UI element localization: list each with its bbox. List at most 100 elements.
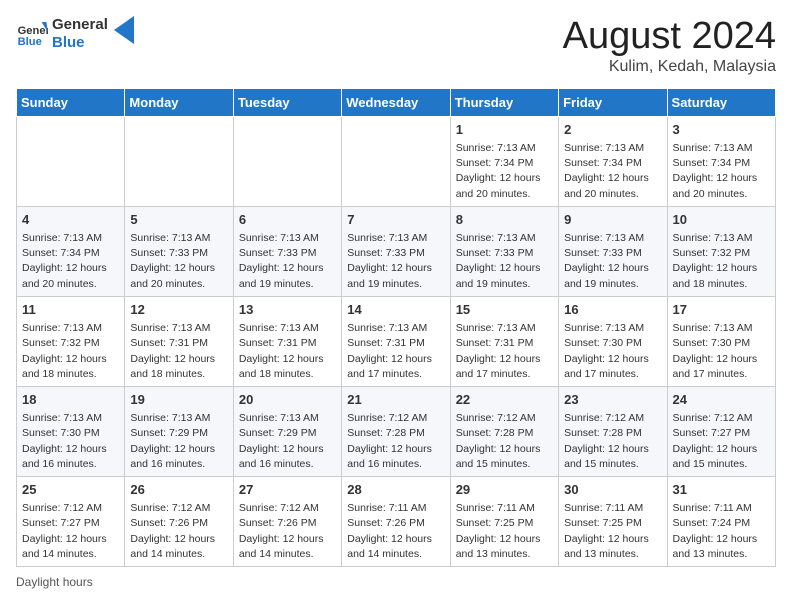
calendar-cell: 27 Sunrise: 7:12 AM Sunset: 7:26 PM Dayli… [233,477,341,567]
calendar-cell: 2 Sunrise: 7:13 AM Sunset: 7:34 PM Daylig… [559,116,667,206]
day-info: Sunrise: 7:12 AM Sunset: 7:28 PM Dayligh… [347,411,444,472]
day-info: Sunrise: 7:11 AM Sunset: 7:25 PM Dayligh… [564,501,661,562]
svg-text:General: General [18,25,48,37]
logo-general: General [52,16,108,34]
day-info: Sunrise: 7:13 AM Sunset: 7:30 PM Dayligh… [564,321,661,382]
subtitle: Kulim, Kedah, Malaysia [563,58,776,76]
day-number: 18 [22,391,119,409]
day-info: Sunrise: 7:13 AM Sunset: 7:33 PM Dayligh… [130,231,227,292]
day-number: 21 [347,391,444,409]
day-number: 17 [673,301,770,319]
day-number: 24 [673,391,770,409]
day-number: 25 [22,481,119,499]
day-number: 31 [673,481,770,499]
calendar-cell: 19Sunrise: 7:13 AM Sunset: 7:29 PM Dayli… [125,386,233,476]
day-number: 2 [564,121,661,139]
day-info: Sunrise: 7:13 AM Sunset: 7:33 PM Dayligh… [347,231,444,292]
day-info: Sunrise: 7:13 AM Sunset: 7:33 PM Dayligh… [456,231,553,292]
calendar-cell: 8 Sunrise: 7:13 AM Sunset: 7:33 PM Daylig… [450,206,558,296]
calendar-cell [125,116,233,206]
day-number: 20 [239,391,336,409]
logo: General Blue General Blue [16,16,134,52]
col-header-thursday: Thursday [450,88,558,116]
calendar-cell: 14Sunrise: 7:13 AM Sunset: 7:31 PM Dayli… [342,296,450,386]
daylight-label: Daylight hours [16,575,93,589]
calendar-cell: 21 Sunrise: 7:12 AM Sunset: 7:28 PM Dayli… [342,386,450,476]
day-info: Sunrise: 7:13 AM Sunset: 7:29 PM Dayligh… [239,411,336,472]
day-info: Sunrise: 7:12 AM Sunset: 7:28 PM Dayligh… [564,411,661,472]
main-title: August 2024 [563,16,776,58]
day-info: Sunrise: 7:11 AM Sunset: 7:26 PM Dayligh… [347,501,444,562]
day-number: 29 [456,481,553,499]
day-number: 23 [564,391,661,409]
week-row-1: 1 Sunrise: 7:13 AM Sunset: 7:34 PM Daylig… [17,116,776,206]
col-header-tuesday: Tuesday [233,88,341,116]
header-row: SundayMondayTuesdayWednesdayThursdayFrid… [17,88,776,116]
day-info: Sunrise: 7:13 AM Sunset: 7:31 PM Dayligh… [347,321,444,382]
day-number: 15 [456,301,553,319]
calendar-cell: 28Sunrise: 7:11 AM Sunset: 7:26 PM Dayli… [342,477,450,567]
day-number: 5 [130,211,227,229]
calendar-cell: 31 Sunrise: 7:11 AM Sunset: 7:24 PM Dayli… [667,477,775,567]
calendar-table: SundayMondayTuesdayWednesdayThursdayFrid… [16,88,776,567]
calendar-cell: 7 Sunrise: 7:13 AM Sunset: 7:33 PM Daylig… [342,206,450,296]
calendar-cell: 25 Sunrise: 7:12 AM Sunset: 7:27 PM Dayli… [17,477,125,567]
calendar-cell [342,116,450,206]
day-info: Sunrise: 7:12 AM Sunset: 7:26 PM Dayligh… [130,501,227,562]
calendar-cell: 23 Sunrise: 7:12 AM Sunset: 7:28 PM Dayli… [559,386,667,476]
day-info: Sunrise: 7:13 AM Sunset: 7:31 PM Dayligh… [239,321,336,382]
calendar-cell: 29Sunrise: 7:11 AM Sunset: 7:25 PM Dayli… [450,477,558,567]
calendar-cell: 13 Sunrise: 7:13 AM Sunset: 7:31 PM Dayli… [233,296,341,386]
day-info: Sunrise: 7:13 AM Sunset: 7:31 PM Dayligh… [456,321,553,382]
day-number: 8 [456,211,553,229]
footer-note: Daylight hours [16,575,776,589]
col-header-monday: Monday [125,88,233,116]
day-info: Sunrise: 7:13 AM Sunset: 7:34 PM Dayligh… [22,231,119,292]
day-number: 9 [564,211,661,229]
day-number: 1 [456,121,553,139]
day-info: Sunrise: 7:13 AM Sunset: 7:31 PM Dayligh… [130,321,227,382]
day-info: Sunrise: 7:13 AM Sunset: 7:34 PM Dayligh… [673,141,770,202]
calendar-cell: 26 Sunrise: 7:12 AM Sunset: 7:26 PM Dayli… [125,477,233,567]
calendar-cell: 9 Sunrise: 7:13 AM Sunset: 7:33 PM Daylig… [559,206,667,296]
calendar-cell: 3Sunrise: 7:13 AM Sunset: 7:34 PM Daylig… [667,116,775,206]
day-number: 27 [239,481,336,499]
day-info: Sunrise: 7:12 AM Sunset: 7:26 PM Dayligh… [239,501,336,562]
svg-text:Blue: Blue [18,36,42,48]
title-area: August 2024 Kulim, Kedah, Malaysia [563,16,776,76]
week-row-4: 18Sunrise: 7:13 AM Sunset: 7:30 PM Dayli… [17,386,776,476]
day-info: Sunrise: 7:11 AM Sunset: 7:24 PM Dayligh… [673,501,770,562]
logo-blue: Blue [52,34,108,52]
day-number: 16 [564,301,661,319]
day-info: Sunrise: 7:13 AM Sunset: 7:33 PM Dayligh… [239,231,336,292]
day-number: 10 [673,211,770,229]
calendar-cell: 20 Sunrise: 7:13 AM Sunset: 7:29 PM Dayli… [233,386,341,476]
day-number: 19 [130,391,227,409]
day-info: Sunrise: 7:12 AM Sunset: 7:27 PM Dayligh… [22,501,119,562]
day-info: Sunrise: 7:13 AM Sunset: 7:30 PM Dayligh… [673,321,770,382]
day-number: 4 [22,211,119,229]
day-number: 11 [22,301,119,319]
col-header-friday: Friday [559,88,667,116]
calendar-cell: 18Sunrise: 7:13 AM Sunset: 7:30 PM Dayli… [17,386,125,476]
calendar-cell: 16 Sunrise: 7:13 AM Sunset: 7:30 PM Dayli… [559,296,667,386]
col-header-wednesday: Wednesday [342,88,450,116]
calendar-cell [17,116,125,206]
day-info: Sunrise: 7:12 AM Sunset: 7:27 PM Dayligh… [673,411,770,472]
day-number: 7 [347,211,444,229]
calendar-cell: 1 Sunrise: 7:13 AM Sunset: 7:34 PM Daylig… [450,116,558,206]
calendar-cell: 5 Sunrise: 7:13 AM Sunset: 7:33 PM Daylig… [125,206,233,296]
day-number: 26 [130,481,227,499]
calendar-cell: 6Sunrise: 7:13 AM Sunset: 7:33 PM Daylig… [233,206,341,296]
day-info: Sunrise: 7:13 AM Sunset: 7:34 PM Dayligh… [456,141,553,202]
day-number: 12 [130,301,227,319]
day-info: Sunrise: 7:13 AM Sunset: 7:34 PM Dayligh… [564,141,661,202]
day-info: Sunrise: 7:13 AM Sunset: 7:32 PM Dayligh… [673,231,770,292]
col-header-sunday: Sunday [17,88,125,116]
day-number: 13 [239,301,336,319]
calendar-cell: 4 Sunrise: 7:13 AM Sunset: 7:34 PM Daylig… [17,206,125,296]
day-info: Sunrise: 7:13 AM Sunset: 7:33 PM Dayligh… [564,231,661,292]
calendar-cell [233,116,341,206]
header: General Blue General Blue August 2024 Ku… [16,16,776,76]
week-row-3: 11Sunrise: 7:13 AM Sunset: 7:32 PM Dayli… [17,296,776,386]
